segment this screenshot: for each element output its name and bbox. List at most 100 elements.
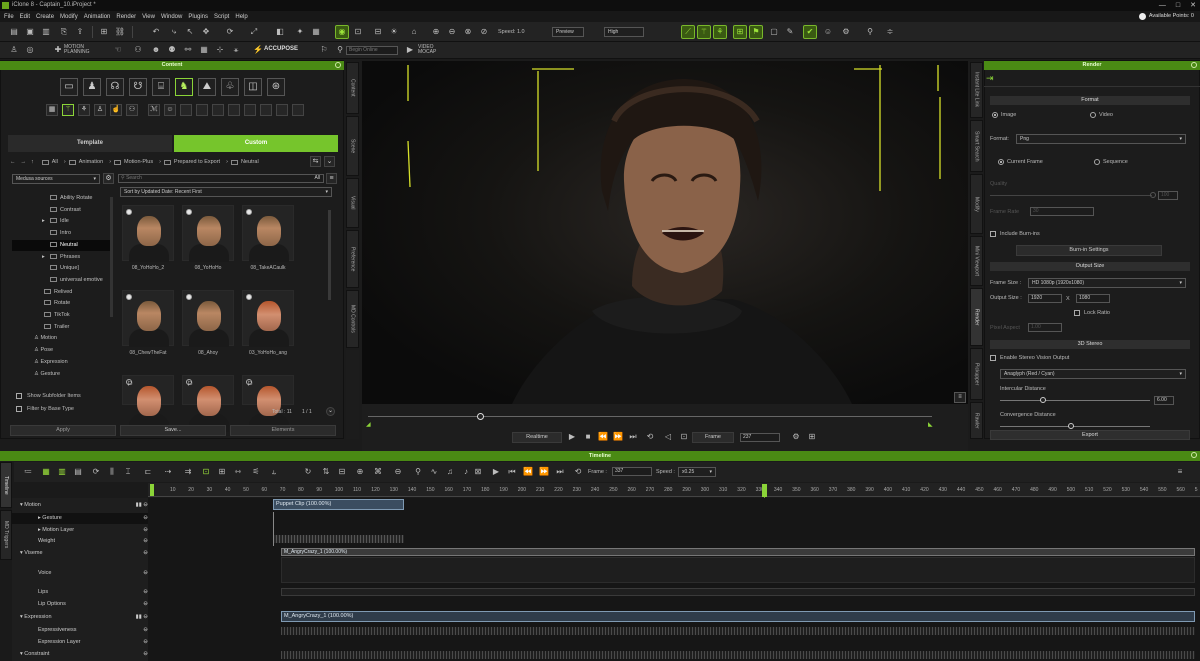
flag-icon[interactable]: ⚑ (749, 25, 763, 39)
camera-category-icon[interactable]: ◫ (244, 78, 262, 96)
snap-icon[interactable]: ⊡ (352, 26, 364, 38)
tl-speed-dropdown[interactable]: x0.25 ▾ (678, 467, 716, 477)
format-section-header[interactable]: Format (990, 96, 1190, 105)
content-item[interactable] (122, 205, 174, 262)
convergence-slider[interactable] (1000, 426, 1150, 427)
burn-in-settings-button[interactable]: Burn-in Settings (1016, 245, 1162, 256)
lock-icon[interactable]: ⊠ (472, 466, 484, 478)
accupose-button[interactable]: ACCUPOSE (264, 46, 298, 52)
side-tab-render[interactable]: Render (970, 288, 983, 346)
open-icon[interactable]: ▣ (24, 26, 36, 38)
track-list-icon[interactable]: ≔ (22, 466, 34, 478)
empty-slot-7[interactable] (276, 104, 288, 116)
quality-input[interactable]: 100 (1158, 191, 1178, 200)
mocap-icon[interactable]: ⊞ (733, 25, 747, 39)
pose-icon[interactable]: ♙ (94, 104, 106, 116)
maximize-button[interactable]: □ (1176, 0, 1180, 11)
content-item[interactable] (182, 290, 234, 347)
tree-item[interactable]: universal emotive (12, 275, 110, 286)
forward-icon[interactable]: → (21, 159, 27, 165)
menu-help[interactable]: Help (235, 14, 247, 20)
add-marker-icon[interactable]: ⊕ (354, 466, 366, 478)
play-icon[interactable]: ▶ (566, 431, 578, 443)
prop-icon[interactable]: ⚙ (840, 26, 852, 38)
width-input[interactable]: 1920 (1028, 294, 1062, 303)
reach-tl-icon[interactable]: ⊡ (200, 466, 212, 478)
library-icon[interactable]: ⊞ (98, 26, 110, 38)
zoom-icon[interactable]: ⊖ (446, 26, 458, 38)
side-tab-scene[interactable]: Scene (346, 116, 359, 176)
folder-icon[interactable]: ▭ (60, 78, 78, 96)
mic-icon[interactable]: ♪ (460, 466, 472, 478)
video-mocap-button[interactable]: VIDEO MOCAP (418, 45, 436, 55)
stage-category-icon[interactable]: ⛰ (198, 78, 216, 96)
perform-icon[interactable]: ⚘ (78, 104, 90, 116)
link-icon[interactable]: ⛓ (114, 26, 126, 38)
empty-slot-2[interactable] (196, 104, 208, 116)
track-row[interactable]: Expressiveness⊖ ⊗ (12, 625, 160, 636)
tree-item[interactable]: TikTok (12, 310, 110, 321)
menu-file[interactable]: File (4, 14, 14, 20)
side-tab-content[interactable]: Content (346, 62, 359, 114)
video-mocap-icon[interactable]: ▶ (404, 44, 416, 56)
character-icon[interactable]: ☺ (822, 26, 834, 38)
import-icon[interactable]: ⎘ (58, 26, 70, 38)
image-icon[interactable]: ▢ (768, 26, 780, 38)
redo-icon[interactable]: ⤷ (168, 26, 180, 38)
side-tab-preference[interactable]: Preference (346, 230, 359, 288)
waveform-icon[interactable]: ∿ (428, 466, 440, 478)
tree-item[interactable]: ▸ Idle (12, 216, 110, 227)
select-icon[interactable]: ↖ (184, 26, 196, 38)
scale-icon[interactable]: ⤢ (248, 26, 260, 38)
online-icon[interactable]: ⚲ (334, 44, 346, 56)
frame-dropdown[interactable]: Frame (692, 432, 734, 443)
preview-dropdown[interactable]: Preview (552, 27, 584, 37)
search-input[interactable]: ⚲ Search All (118, 174, 324, 183)
realtime-dropdown[interactable]: Realtime (512, 432, 562, 443)
crumb-prepared[interactable]: Prepared to Export (174, 159, 220, 165)
pin-icon[interactable]: ⚲ (864, 26, 876, 38)
expression-clip[interactable]: M_AngryCrazy_1 (100.00%) (281, 611, 1195, 622)
available-points[interactable]: Available Points: 0 (1138, 11, 1194, 22)
prop-category-icon[interactable]: ⌸ (152, 78, 170, 96)
facial-sub-icon[interactable]: ☺ (164, 104, 176, 116)
voice-track[interactable] (281, 557, 1195, 583)
tree-item[interactable]: Relived (12, 287, 110, 298)
collapse-icon[interactable]: ▤ (72, 466, 84, 478)
menu-edit[interactable]: Edit (20, 14, 30, 20)
rotate-icon[interactable]: ⟳ (224, 26, 236, 38)
track-row[interactable]: Expression Layer⊖ ⊗ (12, 637, 160, 648)
fullscreen-icon[interactable]: ⊞ (806, 431, 818, 443)
side-tab-smart-search[interactable]: Smart Search (970, 120, 983, 172)
undo-icon[interactable]: ↶ (150, 26, 162, 38)
tree-item[interactable]: ♙ Gesture (12, 369, 110, 380)
side-tab-mini-viewport[interactable]: Mini Viewport (970, 236, 983, 286)
source-settings-icon[interactable]: ⚙ (103, 173, 114, 184)
character-category-icon[interactable]: ♟ (83, 78, 101, 96)
sound-icon[interactable]: ◁ (662, 431, 674, 443)
export-icon[interactable]: ⇪ (74, 26, 86, 38)
content-item[interactable] (242, 205, 294, 262)
zoom-in-tl-icon[interactable]: ⚲ (412, 466, 424, 478)
current-frame-radio[interactable] (998, 159, 1004, 165)
face-key-icon[interactable]: ☻ (150, 44, 162, 56)
pixel-aspect-input[interactable]: 1.00 (1028, 323, 1062, 332)
branch-icon[interactable]: ⥿ (268, 466, 280, 478)
menu-animation[interactable]: Animation (84, 14, 111, 20)
puppet-clip[interactable]: Puppet Clip (100.00%) (273, 499, 404, 510)
content-item[interactable] (122, 290, 174, 347)
reach-icon[interactable]: ⚹ (230, 44, 242, 56)
fit-icon[interactable]: ⊘ (478, 26, 490, 38)
tl-loop-icon[interactable]: ⟲ (572, 466, 584, 478)
puppet-sub-icon[interactable]: ⚇ (126, 104, 138, 116)
camera-icon[interactable]: ◧ (274, 26, 286, 38)
playhead-handle[interactable] (762, 484, 767, 497)
tl-next-icon[interactable]: ⏩ (538, 466, 550, 478)
crumb-motion-plus[interactable]: Motion-Plus (124, 159, 153, 165)
tree-item[interactable]: ♙ Motion (12, 333, 110, 344)
lock-ratio-checkbox[interactable] (1074, 310, 1080, 316)
grid-icon[interactable]: ▦ (310, 26, 322, 38)
light-icon[interactable]: ✦ (294, 26, 306, 38)
hair-category-icon[interactable]: ☋ (129, 78, 147, 96)
close-button[interactable]: ✕ (1190, 0, 1196, 11)
